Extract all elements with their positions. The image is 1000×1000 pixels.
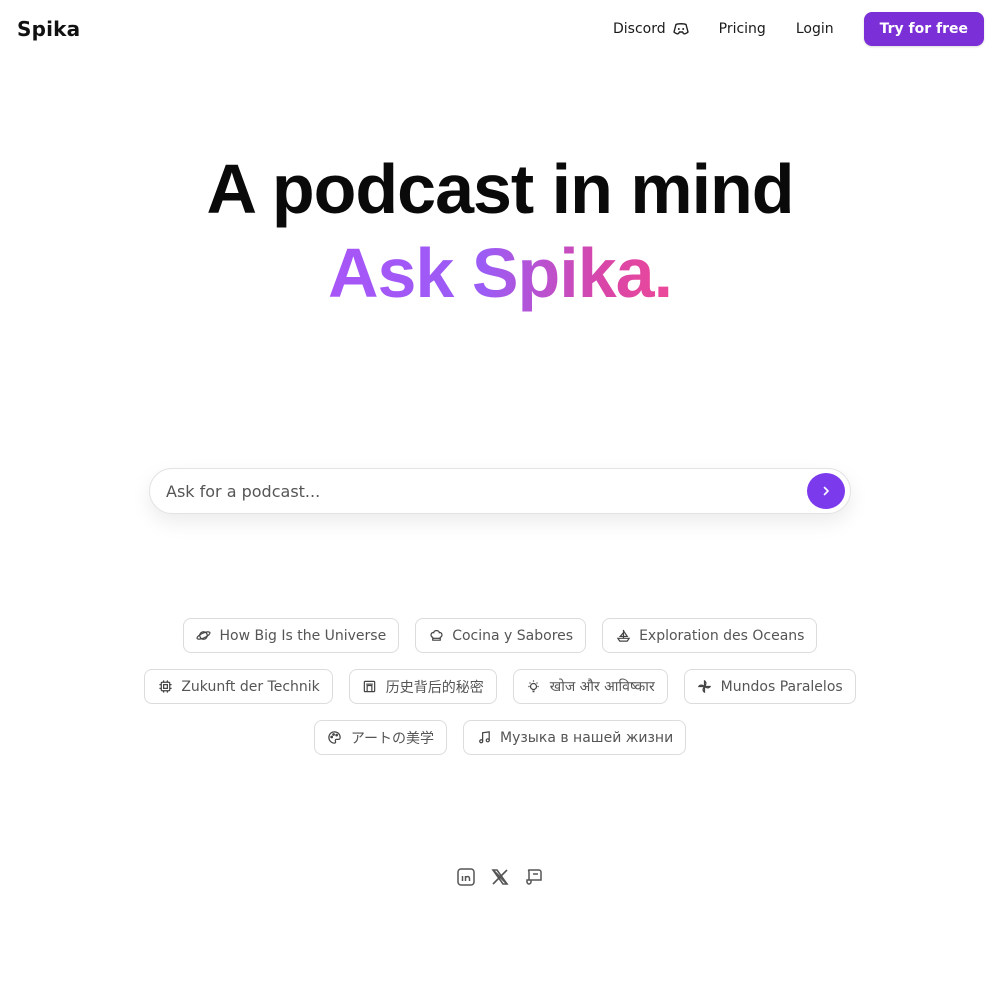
chip-label: アートの美学 bbox=[350, 730, 434, 747]
x-icon[interactable] bbox=[489, 866, 511, 888]
chip-label: Cocina y Sabores bbox=[452, 627, 574, 644]
chip-label: 历史背后的秘密 bbox=[385, 679, 484, 696]
cpu-icon bbox=[157, 679, 173, 695]
chip-label: Mundos Paralelos bbox=[720, 678, 843, 695]
suggestion-chip[interactable]: How Big Is the Universe bbox=[182, 618, 400, 653]
submit-button[interactable] bbox=[807, 473, 845, 509]
discord-link-label: Discord bbox=[613, 21, 666, 37]
chef-hat-icon bbox=[428, 628, 444, 644]
social-links bbox=[0, 866, 1000, 888]
linkedin-icon[interactable] bbox=[455, 866, 477, 888]
landmark-icon bbox=[362, 679, 378, 695]
blog-icon[interactable] bbox=[523, 866, 545, 888]
chip-row: Zukunft der Technik 历史背后的秘密 खोज और आविष्… bbox=[0, 669, 1000, 704]
lightbulb-icon bbox=[526, 679, 542, 695]
chip-row: How Big Is the Universe Cocina y Sabores… bbox=[0, 618, 1000, 653]
planet-icon bbox=[196, 628, 212, 644]
search-bar bbox=[149, 468, 851, 514]
spiral-icon bbox=[697, 679, 713, 695]
discord-link[interactable]: Discord bbox=[613, 21, 689, 37]
ship-icon bbox=[615, 628, 631, 644]
hero-title: A podcast in mind bbox=[206, 150, 794, 228]
suggestion-chip[interactable]: アートの美学 bbox=[313, 720, 447, 755]
chip-label: खोज और आविष्कार bbox=[549, 679, 655, 695]
chip-label: Exploration des Oceans bbox=[639, 627, 805, 644]
suggestion-chip[interactable]: Музыка в нашей жизни bbox=[463, 720, 687, 755]
chip-label: Zukunft der Technik bbox=[181, 678, 320, 695]
suggestion-chip[interactable]: Mundos Paralelos bbox=[683, 669, 856, 704]
top-nav: Discord Pricing Login Try for free bbox=[613, 12, 984, 46]
chip-label: Музыка в нашей жизни bbox=[500, 729, 674, 746]
search-input[interactable] bbox=[166, 469, 786, 513]
suggestion-chip[interactable]: Zukunft der Technik bbox=[144, 669, 333, 704]
login-link[interactable]: Login bbox=[796, 21, 834, 37]
hero: A podcast in mind Ask Spika. bbox=[0, 150, 1000, 318]
suggestion-chip[interactable]: Exploration des Oceans bbox=[602, 618, 818, 653]
chip-row: アートの美学 Музыка в нашей жизни bbox=[0, 720, 1000, 755]
logo[interactable]: Spika bbox=[17, 17, 80, 41]
hero-subtitle: Ask Spika. bbox=[328, 228, 673, 318]
suggestion-chip[interactable]: खोज और आविष्कार bbox=[512, 669, 668, 704]
pricing-link[interactable]: Pricing bbox=[719, 21, 766, 37]
chip-label: How Big Is the Universe bbox=[219, 627, 387, 644]
header: Spika Discord Pricing Login Try for free bbox=[0, 0, 1000, 58]
try-for-free-button[interactable]: Try for free bbox=[863, 12, 984, 46]
suggestion-chip[interactable]: 历史背后的秘密 bbox=[348, 669, 497, 704]
discord-icon bbox=[672, 23, 689, 35]
suggestion-chips: How Big Is the Universe Cocina y Sabores… bbox=[0, 618, 1000, 771]
palette-icon bbox=[327, 730, 343, 746]
suggestion-chip[interactable]: Cocina y Sabores bbox=[415, 618, 587, 653]
chevron-right-icon bbox=[823, 486, 829, 496]
music-icon bbox=[476, 730, 492, 746]
